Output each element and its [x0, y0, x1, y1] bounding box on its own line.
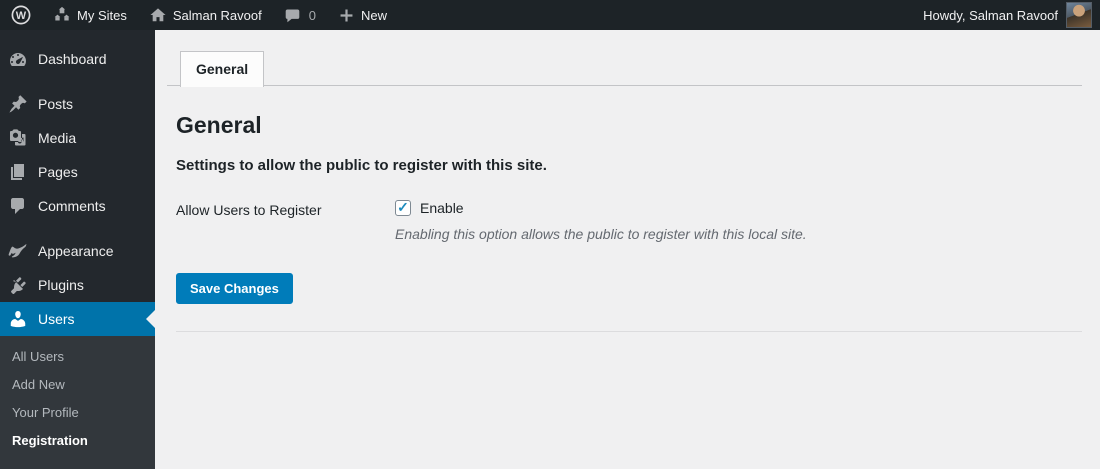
- submenu-item-all-users[interactable]: All Users: [0, 343, 155, 371]
- sidebar-item-pages[interactable]: Pages: [0, 155, 155, 189]
- submenu-item-add-new[interactable]: Add New: [0, 371, 155, 399]
- sidebar-item-label: Dashboard: [38, 51, 107, 67]
- tab-bar: General: [167, 50, 1082, 87]
- svg-text:W: W: [16, 10, 27, 22]
- enable-checkbox-row[interactable]: Enable: [395, 199, 1100, 216]
- save-changes-button[interactable]: Save Changes: [176, 272, 293, 304]
- site-menu[interactable]: Salman Ravoof: [138, 0, 273, 30]
- sidebar-item-posts[interactable]: Posts: [0, 87, 155, 121]
- page-title: General: [176, 112, 262, 138]
- sidebar-item-label: Users: [38, 311, 75, 327]
- my-sites-label: My Sites: [77, 7, 127, 23]
- comment-bubble-icon: [284, 7, 301, 24]
- admin-menu: Dashboard Posts Media Pages Comments App…: [0, 30, 155, 336]
- media-icon: [10, 129, 26, 146]
- dashboard-icon: [10, 53, 26, 67]
- plug-icon: [11, 277, 26, 294]
- sidebar-item-plugins[interactable]: Plugins: [0, 268, 155, 302]
- main-content: General General Settings to allow the pu…: [155, 30, 1100, 459]
- pushpin-icon: [9, 95, 27, 113]
- site-name-label: Salman Ravoof: [172, 7, 262, 23]
- paintbrush-icon: [8, 244, 27, 258]
- submenu-item-your-profile[interactable]: Your Profile: [0, 399, 155, 427]
- sidebar-item-comments[interactable]: Comments: [0, 189, 155, 223]
- users-icon: [10, 311, 26, 328]
- sidebar-item-label: Pages: [38, 164, 78, 180]
- sidebar-item-label: Comments: [38, 198, 106, 214]
- howdy-label: Howdy, Salman Ravoof: [923, 7, 1058, 23]
- avatar: [1066, 2, 1092, 28]
- active-menu-arrow: [146, 310, 155, 328]
- sidebar-item-label: Plugins: [38, 277, 84, 293]
- users-submenu: All Users Add New Your Profile Registrat…: [0, 336, 155, 469]
- sidebar-item-appearance[interactable]: Appearance: [0, 234, 155, 268]
- menu-separator: [0, 76, 155, 87]
- enable-checkbox[interactable]: [395, 199, 411, 216]
- comments-count: 0: [308, 7, 316, 23]
- account-menu[interactable]: Howdy, Salman Ravoof: [915, 0, 1100, 30]
- sidebar-item-dashboard[interactable]: Dashboard: [0, 42, 155, 76]
- menu-separator: [0, 223, 155, 234]
- sidebar-item-media[interactable]: Media: [0, 121, 155, 155]
- page-subtitle: Settings to allow the public to register…: [176, 156, 547, 174]
- field-label: Allow Users to Register: [176, 201, 322, 218]
- section-divider: [176, 330, 1082, 332]
- sidebar-item-label: Appearance: [38, 243, 114, 259]
- admin-sidebar: Dashboard Posts Media Pages Comments App…: [0, 30, 155, 469]
- admin-bar-left: W My Sites Salman Ravoof 0 New: [0, 0, 398, 30]
- admin-bar: W My Sites Salman Ravoof 0 New Howdy, Sa…: [0, 0, 1100, 30]
- pages-icon: [11, 164, 24, 180]
- register-setting-row: Allow Users to Register Enable Enabling …: [176, 199, 1100, 242]
- plus-icon: [338, 7, 355, 24]
- home-icon: [149, 6, 167, 24]
- field-control: Enable Enabling this option allows the p…: [395, 199, 1100, 242]
- new-menu[interactable]: New: [327, 0, 398, 30]
- field-description: Enabling this option allows the public t…: [395, 225, 807, 242]
- sidebar-item-label: Media: [38, 130, 77, 146]
- sidebar-item-label: Posts: [38, 96, 74, 112]
- submenu-item-registration[interactable]: Registration: [0, 427, 155, 455]
- multisite-icon: [53, 6, 71, 24]
- my-sites-menu[interactable]: My Sites: [42, 0, 138, 30]
- sidebar-item-users[interactable]: Users: [0, 302, 155, 336]
- wordpress-logo-icon: W: [11, 5, 31, 25]
- comments-menu[interactable]: 0: [273, 0, 327, 30]
- tab-general[interactable]: General: [180, 51, 265, 87]
- enable-checkbox-label: Enable: [420, 199, 464, 216]
- comments-icon: [11, 198, 24, 214]
- new-label: New: [360, 7, 387, 23]
- wordpress-logo-menu[interactable]: W: [0, 0, 42, 30]
